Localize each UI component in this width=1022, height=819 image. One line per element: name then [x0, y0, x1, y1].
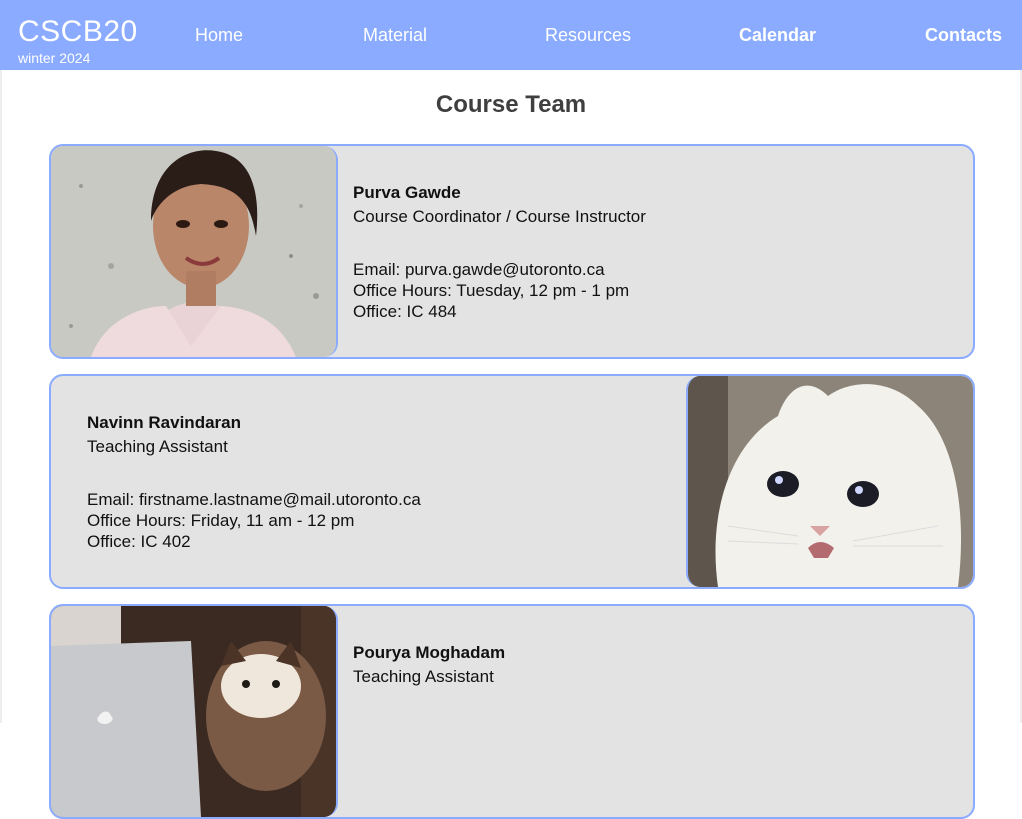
- ta2-info: Pourya Moghadam Teaching Assistant: [353, 641, 505, 689]
- member-name: Purva Gawde: [353, 183, 461, 202]
- member-office: Office: IC 484: [353, 302, 457, 321]
- team-card-instructor: Purva Gawde Course Coordinator / Course …: [49, 144, 975, 359]
- ta1-photo-crying-cat: [686, 376, 973, 587]
- member-name: Pourya Moghadam: [353, 643, 506, 662]
- member-office-hours: Office Hours: Friday, 11 am - 12 pm: [87, 511, 355, 530]
- instructor-info: Purva Gawde Course Coordinator / Course …: [353, 181, 646, 322]
- brand-term: winter 2024: [18, 50, 91, 66]
- nav-link-calendar[interactable]: Calendar: [739, 24, 816, 46]
- nav-link-contacts[interactable]: Contacts: [925, 24, 1002, 46]
- page-title: Course Team: [435, 91, 587, 118]
- team-card-ta-1: Navinn Ravindaran Teaching Assistant Ema…: [49, 374, 975, 589]
- team-card-ta-2: Pourya Moghadam Teaching Assistant: [49, 604, 975, 819]
- brand-name: CSCB20: [18, 15, 138, 48]
- member-role: Course Coordinator / Course Instructor: [353, 207, 646, 226]
- brand-logo[interactable]: CSCB20 winter 2024: [18, 15, 138, 67]
- nav-link-material[interactable]: Material: [363, 24, 427, 46]
- ta1-info: Navinn Ravindaran Teaching Assistant Ema…: [87, 411, 421, 552]
- nav-link-home[interactable]: Home: [195, 24, 243, 46]
- member-office: Office: IC 402: [87, 532, 191, 551]
- top-navbar: CSCB20 winter 2024 Home Material Resourc…: [0, 0, 1022, 70]
- ta2-photo-cat-laptop: [51, 606, 338, 817]
- member-name: Navinn Ravindaran: [87, 413, 241, 432]
- instructor-photo: [51, 146, 338, 357]
- member-email[interactable]: Email: firstname.lastname@mail.utoronto.…: [87, 489, 421, 510]
- member-email[interactable]: Email: purva.gawde@utoronto.ca: [353, 259, 646, 280]
- member-office-hours: Office Hours: Tuesday, 12 pm - 1 pm: [353, 281, 630, 300]
- member-role: Teaching Assistant: [353, 667, 494, 686]
- member-role: Teaching Assistant: [87, 437, 228, 456]
- nav-link-resources[interactable]: Resources: [545, 24, 631, 46]
